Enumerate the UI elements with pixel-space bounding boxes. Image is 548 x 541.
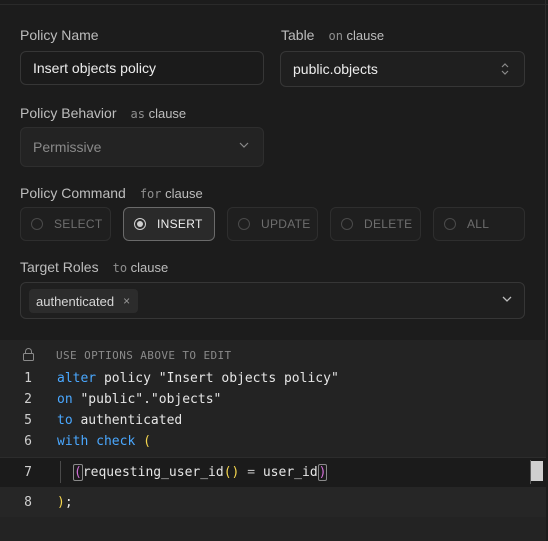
role-tag-label: authenticated [36, 293, 115, 309]
editor-hint: USE OPTIONS ABOVE TO EDIT [56, 349, 232, 362]
target-roles-label: Target Roles [20, 259, 99, 275]
line-number: 2 [24, 392, 32, 407]
top-divider [0, 0, 548, 5]
command-option-label: DELETE [364, 217, 413, 231]
code-line: 8 ); [0, 492, 546, 513]
lock-icon [22, 348, 35, 365]
command-option-all[interactable]: ALL [433, 207, 525, 241]
policy-behavior-value: Permissive [33, 139, 102, 155]
chevron-down-icon [239, 142, 249, 152]
chevron-up-down-icon [500, 62, 510, 76]
code-line[interactable]: 7 (requesting_user_id() = user_id) [0, 462, 546, 483]
policy-command-label: Policy Command [20, 185, 126, 201]
remove-tag-icon[interactable]: × [123, 294, 130, 308]
policy-behavior-label-row: Policy Behavior as clause [20, 105, 186, 121]
table-value: public.objects [293, 61, 378, 77]
policy-name-label-row: Policy Name [20, 27, 99, 43]
target-roles-clause: to clause [112, 260, 169, 275]
code-line: 2 on "public"."objects" [0, 389, 546, 410]
line-number: 5 [24, 413, 32, 428]
policy-behavior-label: Policy Behavior [20, 105, 117, 121]
chevron-down-icon [502, 296, 512, 306]
policy-name-value: Insert objects policy [33, 60, 156, 76]
code-line: 6 with check ( [0, 431, 546, 452]
line-number: 1 [24, 371, 32, 386]
radio-icon [238, 218, 250, 230]
policy-command-clause: for clause [139, 186, 203, 201]
line-number: 7 [24, 465, 32, 480]
policy-behavior-clause: as clause [130, 106, 187, 121]
radio-icon [31, 218, 43, 230]
table-clause: on clause [328, 28, 385, 43]
radio-icon [444, 218, 456, 230]
policy-behavior-select[interactable]: Permissive [20, 127, 264, 167]
sql-editor[interactable]: USE OPTIONS ABOVE TO EDIT 1 alter policy… [0, 340, 546, 541]
line-number: 8 [24, 495, 32, 510]
radio-selected-icon [134, 218, 146, 230]
scrollbar-thumb[interactable] [531, 461, 543, 481]
command-option-update[interactable]: UPDATE [227, 207, 318, 241]
editable-region[interactable]: 7 (requesting_user_id() = user_id) [0, 457, 546, 488]
code-line: 1 alter policy "Insert objects policy" [0, 368, 546, 389]
line-number: 6 [24, 434, 32, 449]
policy-name-label: Policy Name [20, 27, 99, 43]
target-roles-label-row: Target Roles to clause [20, 259, 168, 275]
code-line-highlight: 8 ); [0, 487, 546, 517]
policy-command-label-row: Policy Command for clause [20, 185, 203, 201]
table-label: Table [281, 27, 315, 43]
command-option-insert[interactable]: INSERT [123, 207, 215, 241]
command-option-label: ALL [467, 217, 490, 231]
command-option-label: UPDATE [261, 217, 311, 231]
role-tag: authenticated × [29, 289, 139, 313]
radio-icon [341, 218, 353, 230]
command-option-delete[interactable]: DELETE [330, 207, 421, 241]
target-roles-select[interactable]: authenticated × [20, 282, 525, 319]
indent-guide [60, 461, 61, 483]
command-option-label: INSERT [157, 217, 203, 231]
code-line: 5 to authenticated [0, 410, 546, 431]
policy-name-input[interactable]: Insert objects policy [20, 51, 264, 85]
command-option-select[interactable]: SELECT [20, 207, 111, 241]
table-select[interactable]: public.objects [280, 51, 525, 87]
command-option-label: SELECT [54, 217, 103, 231]
table-label-row: Table on clause [281, 27, 384, 43]
